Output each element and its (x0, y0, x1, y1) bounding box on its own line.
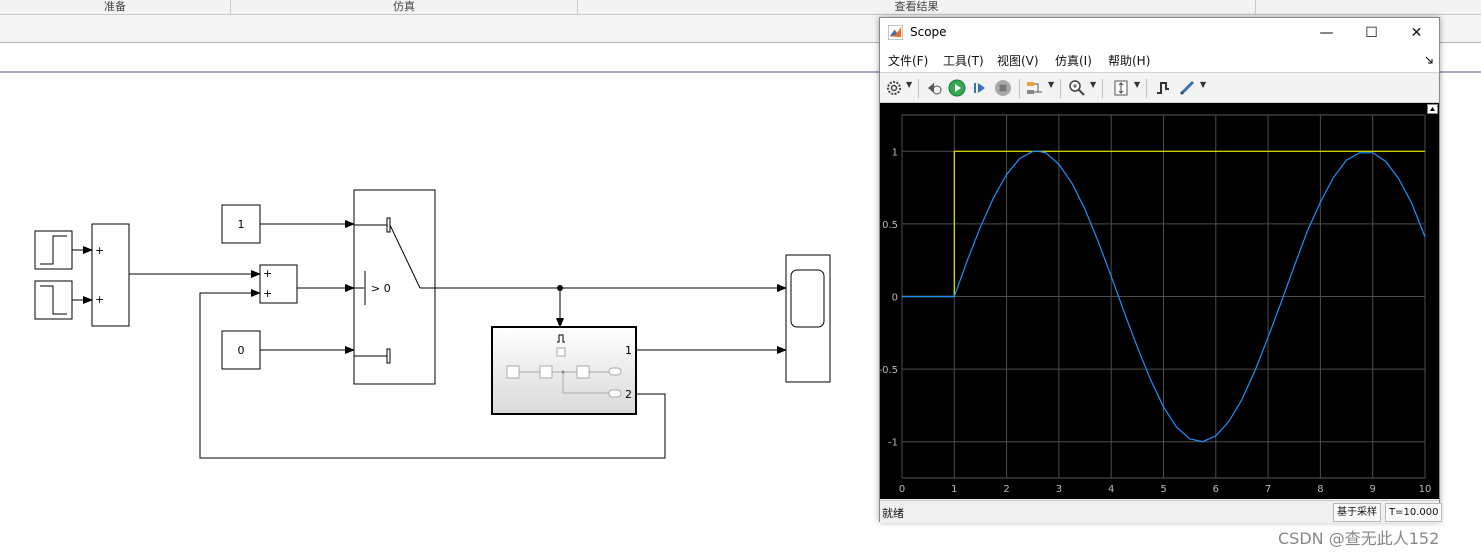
x-tick-label: 1 (951, 484, 957, 495)
step-back-icon[interactable] (925, 79, 943, 97)
scope-plot[interactable]: 0 1 2 3 4 5 6 7 8 9 10 1 0.5 0 -0.5 -1 (878, 103, 1439, 499)
scope-plot-area: 0 1 2 3 4 5 6 7 8 9 10 1 0.5 0 -0.5 -1 (878, 103, 1439, 499)
scope-title: Scope (910, 25, 947, 39)
x-tick-label: 0 (899, 484, 905, 495)
x-tick-label: 7 (1265, 484, 1271, 495)
measurements-icon[interactable] (1178, 79, 1196, 97)
signal-dropdown-icon[interactable]: ▼ (1048, 80, 1054, 89)
sample-mode-badge: 基于采样 (1333, 503, 1381, 522)
switch-block[interactable]: > 0 (353, 189, 436, 385)
sum1-sign-2: + (95, 293, 104, 306)
constant-block-1[interactable]: 1 (221, 204, 261, 244)
sum1-sign-1: + (95, 244, 104, 257)
signal-highlight-icon[interactable] (1026, 79, 1044, 97)
maximize-button[interactable]: ☐ (1349, 18, 1394, 48)
autoscale-icon[interactable] (1112, 79, 1130, 97)
y-tick-label: -1 (888, 438, 898, 449)
scope-block[interactable] (785, 254, 831, 383)
sum2-sign-2: + (263, 287, 272, 300)
watermark-text: CSDN @查无此人152 (1278, 529, 1440, 548)
constant1-value: 1 (238, 218, 245, 231)
x-tick-label: 9 (1370, 484, 1376, 495)
menu-file[interactable]: 文件(F) (888, 52, 928, 69)
subsystem-port-2: 2 (625, 388, 632, 401)
y-tick-label: 0 (892, 293, 898, 304)
zoom-in-icon[interactable] (1068, 79, 1086, 97)
settings-dropdown-icon[interactable]: ▼ (906, 80, 912, 89)
step-block-down[interactable] (34, 280, 73, 320)
scope-window: Scope — ☐ ✕ 文件(F) 工具(T) 视图(V) 仿真(I) 帮助(H… (878, 17, 1443, 523)
subsystem-port-1: 1 (625, 344, 632, 357)
scope-statusbar: 就绪 基于采样 T=10.000 (880, 500, 1443, 523)
menu-view[interactable]: 视图(V) (997, 52, 1039, 69)
undock-arrow-icon[interactable] (1425, 56, 1433, 64)
y-tick-label: 1 (892, 147, 898, 158)
autoscale-dropdown-icon[interactable]: ▼ (1134, 80, 1140, 89)
sim-time-badge: T=10.000 (1385, 503, 1443, 522)
stop-icon[interactable] (994, 79, 1012, 97)
step-block-up[interactable] (34, 230, 73, 270)
y-tick-label: -0.5 (880, 365, 898, 376)
constant-block-0[interactable]: 0 (221, 330, 261, 370)
scope-menubar: 文件(F) 工具(T) 视图(V) 仿真(I) 帮助(H) (880, 48, 1439, 73)
sum2-sign-1: + (263, 267, 272, 280)
switch-criteria: > 0 (371, 282, 391, 295)
measurements-dropdown-icon[interactable]: ▼ (1200, 80, 1206, 89)
constant0-value: 0 (238, 344, 245, 357)
scope-toolbar: ▼ ▼ ▼ ▼ ▼ (880, 74, 1439, 103)
minimize-button[interactable]: — (1304, 18, 1349, 48)
triggers-icon[interactable] (1154, 79, 1172, 97)
zoom-dropdown-icon[interactable]: ▼ (1090, 80, 1096, 89)
status-ready: 就绪 (882, 507, 904, 520)
menu-help[interactable]: 帮助(H) (1108, 52, 1150, 69)
step-forward-icon[interactable] (971, 79, 989, 97)
close-button[interactable]: ✕ (1394, 18, 1439, 48)
subsystem-block[interactable]: 1 2 (491, 326, 637, 415)
x-tick-label: 2 (1003, 484, 1009, 495)
sum-block-2[interactable]: + + (259, 264, 298, 304)
scope-titlebar[interactable]: Scope — ☐ ✕ (880, 18, 1439, 48)
run-icon[interactable] (948, 79, 966, 97)
x-tick-label: 8 (1317, 484, 1323, 495)
expand-axes-icon[interactable] (1427, 104, 1438, 114)
branch-point (557, 285, 563, 291)
x-tick-label: 10 (1419, 484, 1432, 495)
x-tick-label: 6 (1213, 484, 1219, 495)
menu-simulation[interactable]: 仿真(I) (1055, 52, 1092, 69)
matlab-logo-icon (888, 25, 903, 40)
y-tick-label: 0.5 (882, 220, 898, 231)
settings-gear-icon[interactable] (885, 79, 903, 97)
x-tick-label: 3 (1056, 484, 1062, 495)
x-tick-label: 4 (1108, 484, 1114, 495)
menu-tools[interactable]: 工具(T) (943, 52, 984, 69)
x-tick-label: 5 (1160, 484, 1166, 495)
sum-block-1[interactable]: + + (91, 223, 130, 327)
